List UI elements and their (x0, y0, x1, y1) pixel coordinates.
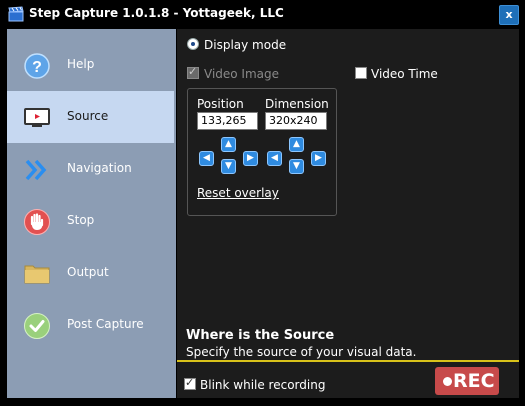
video-image-label: Video Image (204, 67, 280, 81)
reset-overlay-link[interactable]: Reset overlay (197, 186, 279, 200)
record-button[interactable]: REC (435, 367, 499, 395)
help-icon: ? (24, 53, 50, 79)
sidebar-item-post-capture[interactable]: Post Capture (7, 299, 174, 351)
position-up-button[interactable]: ▲ (221, 137, 236, 152)
dimension-left-button[interactable]: ◀ (267, 151, 282, 166)
sidebar-item-label: Navigation (67, 161, 132, 175)
dimension-label: Dimension (265, 97, 329, 111)
position-down-button[interactable]: ▼ (221, 159, 236, 174)
section-description: Specify the source of your visual data. (186, 345, 417, 359)
sidebar-item-output[interactable]: Output (7, 247, 174, 299)
title-bar[interactable]: Step Capture 1.0.1.8 - Yottageek, LLC x (0, 0, 525, 28)
position-label: Position (197, 97, 244, 111)
sidebar-item-label: Stop (67, 213, 95, 227)
sidebar: ? Help Source Navigation Stop Output Pos… (7, 29, 176, 398)
position-right-button[interactable]: ▶ (243, 151, 258, 166)
record-label: REC (453, 370, 495, 392)
app-window: Step Capture 1.0.1.8 - Yottageek, LLC x … (0, 0, 525, 406)
sidebar-item-stop[interactable]: Stop (7, 195, 174, 247)
dimension-down-button[interactable]: ▼ (289, 159, 304, 174)
overlay-group: Position 133,265 Dimension 320x240 ▲ ◀ ▶… (187, 88, 337, 216)
sidebar-item-source[interactable]: Source (7, 91, 174, 143)
section-title: Where is the Source (186, 328, 335, 343)
svg-text:?: ? (32, 59, 42, 76)
blink-checkbox[interactable] (184, 376, 196, 390)
dimension-up-button[interactable]: ▲ (289, 137, 304, 152)
dimension-right-button[interactable]: ▶ (311, 151, 326, 166)
position-field[interactable]: 133,265 (197, 112, 258, 130)
divider (177, 360, 519, 362)
stop-hand-icon (24, 209, 50, 235)
clapperboard-icon (8, 6, 24, 22)
close-button[interactable]: x (499, 5, 519, 25)
window-title: Step Capture 1.0.1.8 - Yottageek, LLC (29, 6, 284, 20)
blink-label: Blink while recording (200, 378, 326, 392)
sidebar-item-navigation[interactable]: Navigation (7, 143, 174, 195)
display-mode-label: Display mode (204, 38, 287, 52)
video-image-checkbox[interactable] (187, 65, 199, 79)
chevron-right-double-icon (25, 159, 47, 181)
dimension-field[interactable]: 320x240 (265, 112, 327, 130)
video-time-checkbox[interactable] (355, 67, 367, 79)
record-dot-icon (443, 377, 452, 386)
main-panel: Display mode Video Image Video Time Posi… (177, 29, 519, 398)
monitor-icon (24, 108, 50, 127)
sidebar-item-help[interactable]: ? Help (7, 39, 174, 91)
video-time-label: Video Time (371, 67, 438, 81)
sidebar-item-label: Help (67, 57, 95, 71)
checkmark-icon (24, 313, 50, 339)
position-left-button[interactable]: ◀ (199, 151, 214, 166)
sidebar-item-label: Source (67, 109, 109, 123)
sidebar-item-label: Post Capture (67, 317, 144, 331)
radio-selected-icon[interactable] (187, 38, 199, 50)
sidebar-item-label: Output (67, 265, 109, 279)
folder-icon (24, 265, 50, 284)
